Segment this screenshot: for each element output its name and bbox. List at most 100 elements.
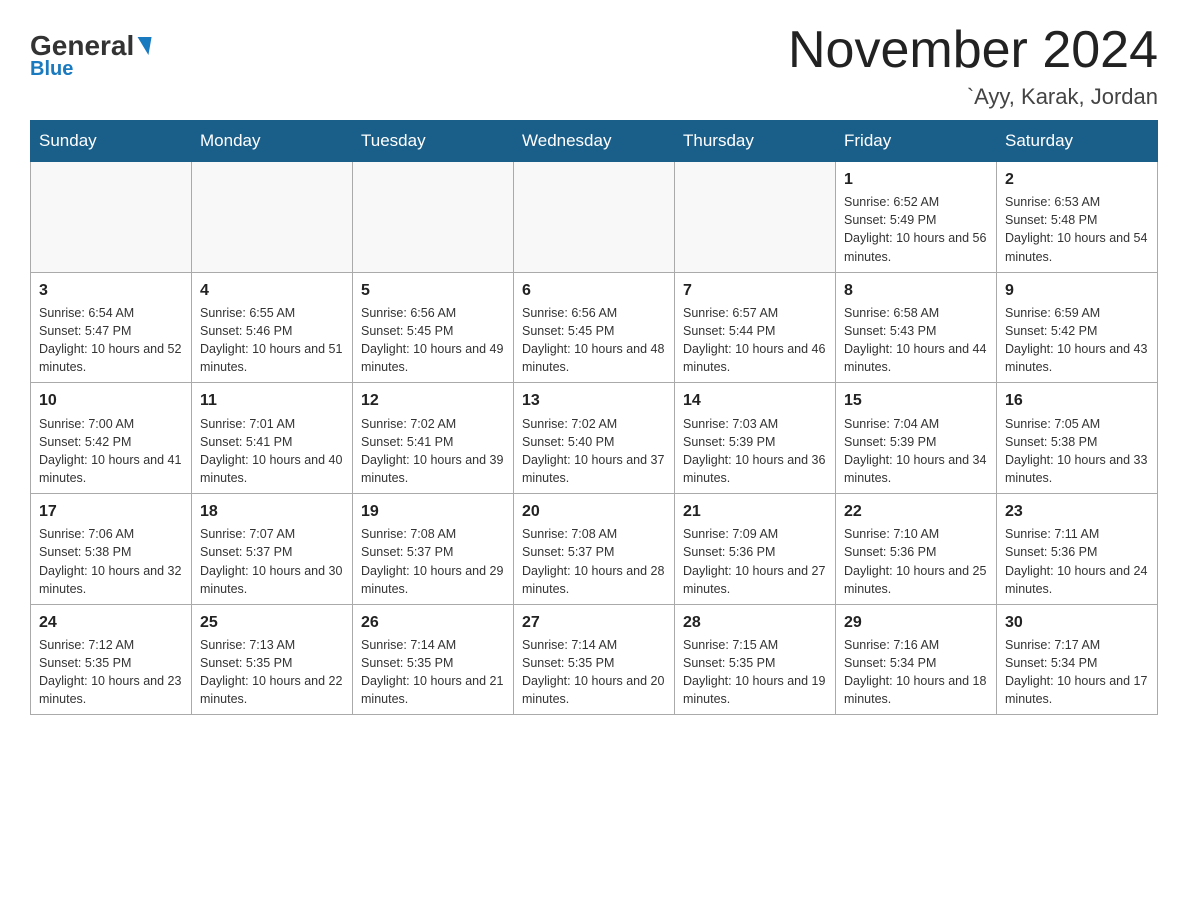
- sunset-text: Sunset: 5:45 PM: [361, 322, 505, 340]
- sunrise-text: Sunrise: 7:17 AM: [1005, 636, 1149, 654]
- daylight-text: Daylight: 10 hours and 39 minutes.: [361, 451, 505, 487]
- daylight-text: Daylight: 10 hours and 32 minutes.: [39, 562, 183, 598]
- daylight-text: Daylight: 10 hours and 43 minutes.: [1005, 340, 1149, 376]
- calendar-cell: 22Sunrise: 7:10 AMSunset: 5:36 PMDayligh…: [836, 494, 997, 605]
- sunset-text: Sunset: 5:46 PM: [200, 322, 344, 340]
- sunset-text: Sunset: 5:35 PM: [200, 654, 344, 672]
- sunset-text: Sunset: 5:44 PM: [683, 322, 827, 340]
- sunrise-text: Sunrise: 7:02 AM: [522, 415, 666, 433]
- daylight-text: Daylight: 10 hours and 56 minutes.: [844, 229, 988, 265]
- sunset-text: Sunset: 5:37 PM: [361, 543, 505, 561]
- day-number: 10: [39, 389, 183, 412]
- calendar-cell: [514, 162, 675, 273]
- sunset-text: Sunset: 5:35 PM: [522, 654, 666, 672]
- sunset-text: Sunset: 5:48 PM: [1005, 211, 1149, 229]
- daylight-text: Daylight: 10 hours and 23 minutes.: [39, 672, 183, 708]
- daylight-text: Daylight: 10 hours and 48 minutes.: [522, 340, 666, 376]
- day-number: 12: [361, 389, 505, 412]
- sunrise-text: Sunrise: 7:00 AM: [39, 415, 183, 433]
- sunrise-text: Sunrise: 7:01 AM: [200, 415, 344, 433]
- daylight-text: Daylight: 10 hours and 27 minutes.: [683, 562, 827, 598]
- day-number: 13: [522, 389, 666, 412]
- day-number: 26: [361, 611, 505, 634]
- daylight-text: Daylight: 10 hours and 33 minutes.: [1005, 451, 1149, 487]
- day-number: 19: [361, 500, 505, 523]
- calendar-cell: 28Sunrise: 7:15 AMSunset: 5:35 PMDayligh…: [675, 604, 836, 715]
- col-friday: Friday: [836, 121, 997, 162]
- day-number: 7: [683, 279, 827, 302]
- col-sunday: Sunday: [31, 121, 192, 162]
- sunset-text: Sunset: 5:36 PM: [683, 543, 827, 561]
- sunrise-text: Sunrise: 6:52 AM: [844, 193, 988, 211]
- day-number: 24: [39, 611, 183, 634]
- daylight-text: Daylight: 10 hours and 52 minutes.: [39, 340, 183, 376]
- sunrise-text: Sunrise: 7:12 AM: [39, 636, 183, 654]
- day-number: 15: [844, 389, 988, 412]
- calendar-cell: [353, 162, 514, 273]
- sunset-text: Sunset: 5:34 PM: [1005, 654, 1149, 672]
- sunrise-text: Sunrise: 7:10 AM: [844, 525, 988, 543]
- sunrise-text: Sunrise: 7:15 AM: [683, 636, 827, 654]
- calendar-table: Sunday Monday Tuesday Wednesday Thursday…: [30, 120, 1158, 715]
- day-number: 8: [844, 279, 988, 302]
- sunrise-text: Sunrise: 7:05 AM: [1005, 415, 1149, 433]
- calendar-week-row: 1Sunrise: 6:52 AMSunset: 5:49 PMDaylight…: [31, 162, 1158, 273]
- day-number: 16: [1005, 389, 1149, 412]
- sunset-text: Sunset: 5:36 PM: [1005, 543, 1149, 561]
- calendar-cell: 13 Sunrise: 7:02 AMSunset: 5:40 PMDayligh…: [514, 383, 675, 494]
- daylight-text: Daylight: 10 hours and 34 minutes.: [844, 451, 988, 487]
- day-number: 4: [200, 279, 344, 302]
- sunrise-text: Sunrise: 7:08 AM: [522, 525, 666, 543]
- page-header: General Blue November 2024 `Ayy, Karak, …: [30, 20, 1158, 110]
- sunrise-text: Sunrise: 7:03 AM: [683, 415, 827, 433]
- daylight-text: Daylight: 10 hours and 25 minutes.: [844, 562, 988, 598]
- calendar-cell: 14Sunrise: 7:03 AMSunset: 5:39 PMDayligh…: [675, 383, 836, 494]
- daylight-text: Daylight: 10 hours and 37 minutes.: [522, 451, 666, 487]
- calendar-title: November 2024: [788, 20, 1158, 80]
- day-number: 5: [361, 279, 505, 302]
- calendar-cell: 18Sunrise: 7:07 AMSunset: 5:37 PMDayligh…: [192, 494, 353, 605]
- calendar-week-row: 24 Sunrise: 7:12 AM Sunset: 5:35 PM Dayligh…: [31, 604, 1158, 715]
- sunrise-text: Sunrise: 7:08 AM: [361, 525, 505, 543]
- daylight-text: Daylight: 10 hours and 44 minutes.: [844, 340, 988, 376]
- day-number: 29: [844, 611, 988, 634]
- sunset-text: Sunset: 5:49 PM: [844, 211, 988, 229]
- sunrise-text: Sunrise: 6:56 AM: [522, 304, 666, 322]
- calendar-cell: [675, 162, 836, 273]
- col-wednesday: Wednesday: [514, 121, 675, 162]
- day-number: 11: [200, 389, 344, 412]
- day-number: 1: [844, 168, 988, 191]
- day-number: 14: [683, 389, 827, 412]
- daylight-text: Daylight: 10 hours and 21 minutes.: [361, 672, 505, 708]
- daylight-text: Daylight: 10 hours and 30 minutes.: [200, 562, 344, 598]
- day-number: 30: [1005, 611, 1149, 634]
- sunrise-text: Sunrise: 7:13 AM: [200, 636, 344, 654]
- sunrise-text: Sunrise: 6:54 AM: [39, 304, 183, 322]
- calendar-cell: [192, 162, 353, 273]
- calendar-cell: 20Sunrise: 7:08 AMSunset: 5:37 PMDayligh…: [514, 494, 675, 605]
- calendar-week-row: 3Sunrise: 6:54 AMSunset: 5:47 PMDaylight…: [31, 272, 1158, 383]
- sunrise-text: Sunrise: 7:11 AM: [1005, 525, 1149, 543]
- daylight-text: Daylight: 10 hours and 54 minutes.: [1005, 229, 1149, 265]
- calendar-cell: 1 Sunrise: 6:52 AMSunset: 5:49 PMDaylight…: [836, 162, 997, 273]
- sunset-text: Sunset: 5:40 PM: [522, 433, 666, 451]
- sunrise-text: Sunrise: 7:09 AM: [683, 525, 827, 543]
- day-number: 18: [200, 500, 344, 523]
- daylight-text: Daylight: 10 hours and 40 minutes.: [200, 451, 344, 487]
- sunset-text: Sunset: 5:41 PM: [361, 433, 505, 451]
- calendar-cell: 27Sunrise: 7:14 AMSunset: 5:35 PMDayligh…: [514, 604, 675, 715]
- sunset-text: Sunset: 5:34 PM: [844, 654, 988, 672]
- logo: General Blue: [30, 30, 150, 81]
- calendar-cell: 25Sunrise: 7:13 AMSunset: 5:35 PMDayligh…: [192, 604, 353, 715]
- day-number: 25: [200, 611, 344, 634]
- col-monday: Monday: [192, 121, 353, 162]
- calendar-week-row: 10Sunrise: 7:00 AMSunset: 5:42 PMDayligh…: [31, 383, 1158, 494]
- logo-blue-text: Blue: [30, 58, 73, 81]
- calendar-cell: 26Sunrise: 7:14 AMSunset: 5:35 PMDayligh…: [353, 604, 514, 715]
- calendar-cell: 19Sunrise: 7:08 AMSunset: 5:37 PMDayligh…: [353, 494, 514, 605]
- daylight-text: Daylight: 10 hours and 51 minutes.: [200, 340, 344, 376]
- daylight-text: Daylight: 10 hours and 18 minutes.: [844, 672, 988, 708]
- daylight-text: Daylight: 10 hours and 24 minutes.: [1005, 562, 1149, 598]
- sunset-text: Sunset: 5:47 PM: [39, 322, 183, 340]
- calendar-cell: 7Sunrise: 6:57 AMSunset: 5:44 PMDaylight…: [675, 272, 836, 383]
